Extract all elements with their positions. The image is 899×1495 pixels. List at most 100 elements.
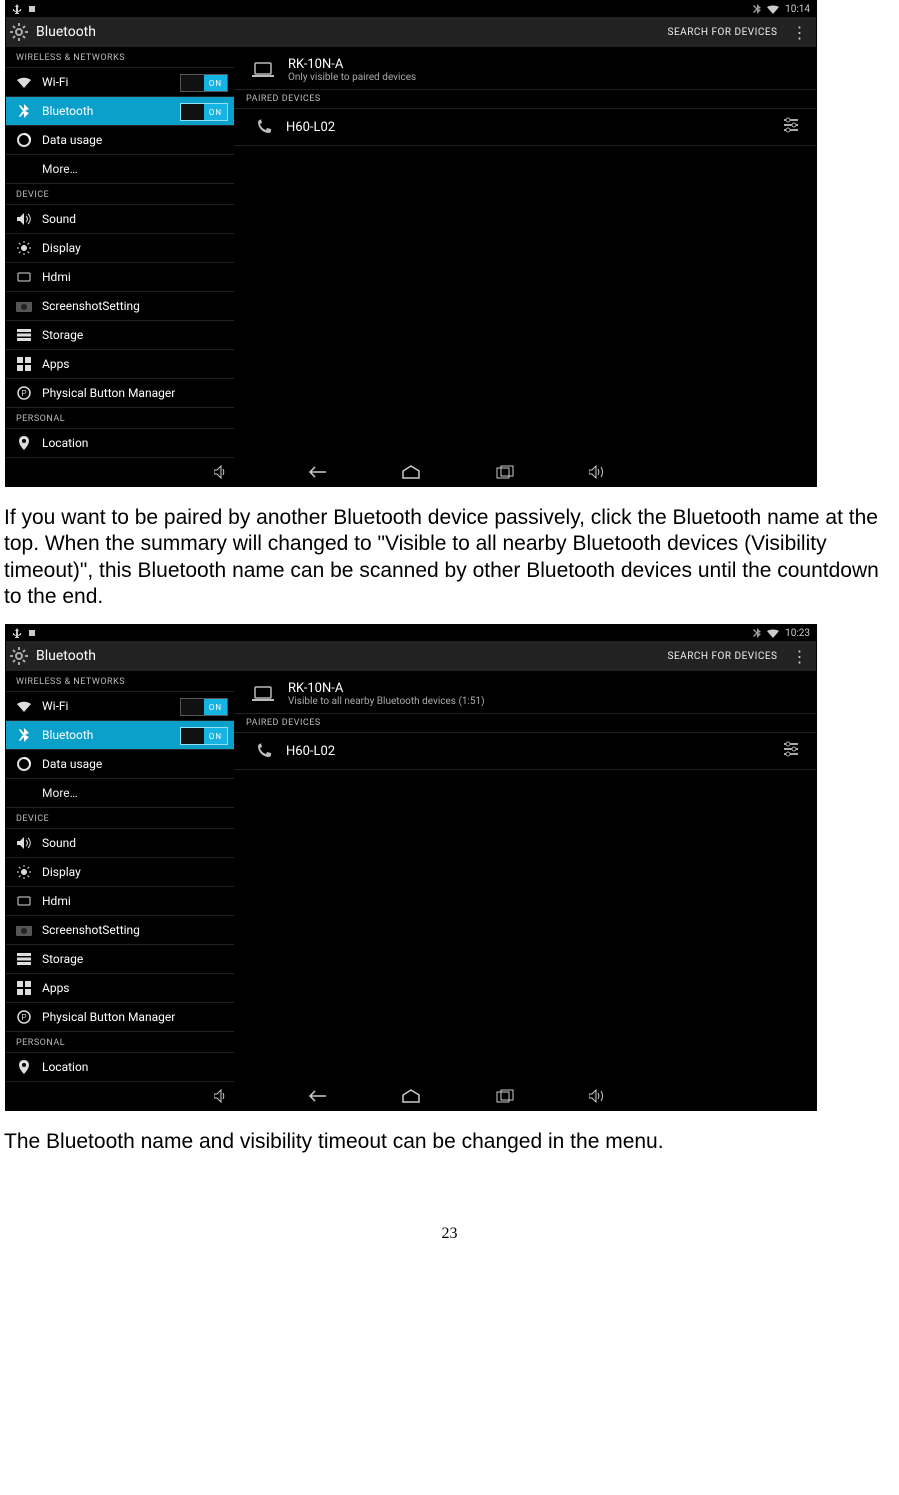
sidebar-item-screenshot[interactable]: ScreenshotSetting [6, 916, 234, 945]
sidebar-item-physical-button-manager[interactable]: P Physical Button Manager [6, 379, 234, 408]
bluetooth-icon [16, 103, 32, 119]
bluetooth-status-icon [753, 4, 761, 14]
sidebar-item-label: Physical Button Manager [42, 386, 175, 400]
sidebar-item-physical-button-manager[interactable]: P Physical Button Manager [6, 1003, 234, 1032]
apps-icon [16, 356, 32, 372]
sidebar-item-label: Sound [42, 212, 76, 226]
sidebar-item-location[interactable]: Location [6, 429, 234, 458]
settings-sidebar: WIRELESS & NETWORKS Wi-Fi ON Bluetooth O… [6, 671, 234, 1082]
screenshot-1: 10:14 Bluetooth SEARCH FOR DEVICES ⋮ WIR… [5, 0, 817, 487]
phone-icon [256, 119, 272, 135]
sidebar-item-label: Location [42, 1060, 88, 1074]
sidebar-item-hdmi[interactable]: Hdmi [6, 263, 234, 292]
wifi-status-icon [767, 629, 779, 638]
content-pane: RK-10N-A Visible to all nearby Bluetooth… [234, 671, 816, 1082]
recent-apps-icon[interactable] [493, 1087, 517, 1105]
section-header-device: DEVICE [6, 808, 234, 829]
sidebar-item-hdmi[interactable]: Hdmi [6, 887, 234, 916]
location-icon [16, 435, 32, 451]
camera-icon [16, 298, 32, 314]
action-bar: Bluetooth SEARCH FOR DEVICES ⋮ [6, 17, 816, 47]
doc-paragraph-2: The Bluetooth name and visibility timeou… [4, 1129, 895, 1155]
sidebar-item-label: Hdmi [42, 894, 71, 908]
paired-devices-header: PAIRED DEVICES [234, 713, 816, 733]
device-identity-row[interactable]: RK-10N-A Visible to all nearby Bluetooth… [234, 671, 816, 713]
recent-apps-icon[interactable] [493, 463, 517, 481]
sidebar-item-storage[interactable]: Storage [6, 945, 234, 974]
apps-icon [16, 980, 32, 996]
sidebar-item-label: Wi-Fi [42, 699, 68, 713]
wifi-status-icon [767, 5, 779, 14]
data-usage-icon [16, 756, 32, 772]
home-icon[interactable] [399, 1087, 423, 1105]
action-bar: Bluetooth SEARCH FOR DEVICES ⋮ [6, 641, 816, 671]
back-icon[interactable] [305, 463, 329, 481]
device-visibility-label: Visible to all nearby Bluetooth devices … [288, 696, 485, 707]
sidebar-item-sound[interactable]: Sound [6, 829, 234, 858]
wifi-toggle[interactable]: ON [180, 698, 228, 716]
paired-device-row[interactable]: H60-L02 [234, 733, 816, 770]
sidebar-item-apps[interactable]: Apps [6, 974, 234, 1003]
volume-down-icon[interactable] [211, 1087, 235, 1105]
status-bar: 10:14 [6, 1, 816, 17]
sidebar-item-more[interactable]: More… [6, 155, 234, 184]
sidebar-item-label: Storage [42, 328, 83, 342]
search-for-devices-button[interactable]: SEARCH FOR DEVICES [668, 651, 778, 662]
sidebar-item-data-usage[interactable]: Data usage [6, 750, 234, 779]
sidebar-item-label: Hdmi [42, 270, 71, 284]
sidebar-item-label: Wi-Fi [42, 75, 68, 89]
sidebar-item-bluetooth[interactable]: Bluetooth ON [6, 721, 234, 750]
bluetooth-toggle[interactable]: ON [180, 727, 228, 745]
section-header-personal: PERSONAL [6, 1032, 234, 1053]
sidebar-item-label: Bluetooth [42, 728, 93, 742]
sidebar-item-location[interactable]: Location [6, 1053, 234, 1082]
search-for-devices-button[interactable]: SEARCH FOR DEVICES [668, 27, 778, 38]
device-settings-icon[interactable] [782, 117, 800, 133]
laptop-icon [252, 62, 274, 78]
device-identity-row[interactable]: RK-10N-A Only visible to paired devices [234, 47, 816, 89]
device-name-label: RK-10N-A [288, 57, 416, 72]
sidebar-item-sound[interactable]: Sound [6, 205, 234, 234]
sidebar-item-screenshot[interactable]: ScreenshotSetting [6, 292, 234, 321]
volume-up-icon[interactable] [587, 1087, 611, 1105]
page-title: Bluetooth [36, 24, 96, 40]
home-icon[interactable] [399, 463, 423, 481]
settings-sidebar: WIRELESS & NETWORKS Wi-Fi ON Bluetooth O… [6, 47, 234, 458]
sidebar-item-label: More… [42, 786, 78, 800]
device-settings-icon[interactable] [782, 741, 800, 757]
screenshot-2: 10:23 Bluetooth SEARCH FOR DEVICES ⋮ WIR… [5, 624, 817, 1111]
sidebar-item-bluetooth[interactable]: Bluetooth ON [6, 97, 234, 126]
bluetooth-icon [16, 727, 32, 743]
paired-devices-header: PAIRED DEVICES [234, 89, 816, 109]
wifi-icon [16, 74, 32, 90]
debug-icon [28, 5, 36, 13]
paired-device-row[interactable]: H60-L02 [234, 109, 816, 146]
sidebar-item-label: Storage [42, 952, 83, 966]
wifi-toggle[interactable]: ON [180, 74, 228, 92]
sidebar-item-storage[interactable]: Storage [6, 321, 234, 350]
section-header-wireless: WIRELESS & NETWORKS [6, 47, 234, 68]
volume-up-icon[interactable] [587, 463, 611, 481]
settings-gear-icon[interactable] [10, 647, 28, 665]
sidebar-item-label: Display [42, 241, 81, 255]
hdmi-icon [16, 893, 32, 909]
bluetooth-toggle[interactable]: ON [180, 103, 228, 121]
sidebar-item-display[interactable]: Display [6, 858, 234, 887]
sidebar-item-more[interactable]: More… [6, 779, 234, 808]
sidebar-item-wifi[interactable]: Wi-Fi ON [6, 68, 234, 97]
device-name-label: RK-10N-A [288, 681, 485, 696]
overflow-menu-icon[interactable]: ⋮ [788, 647, 813, 666]
sidebar-item-data-usage[interactable]: Data usage [6, 126, 234, 155]
back-icon[interactable] [305, 1087, 329, 1105]
sidebar-item-label: ScreenshotSetting [42, 299, 140, 313]
sidebar-item-display[interactable]: Display [6, 234, 234, 263]
overflow-menu-icon[interactable]: ⋮ [788, 23, 813, 42]
storage-icon [16, 327, 32, 343]
sidebar-item-apps[interactable]: Apps [6, 350, 234, 379]
sidebar-item-wifi[interactable]: Wi-Fi ON [6, 692, 234, 721]
device-visibility-label: Only visible to paired devices [288, 72, 416, 83]
status-bar: 10:23 [6, 625, 816, 641]
volume-down-icon[interactable] [211, 463, 235, 481]
camera-icon [16, 922, 32, 938]
settings-gear-icon[interactable] [10, 23, 28, 41]
